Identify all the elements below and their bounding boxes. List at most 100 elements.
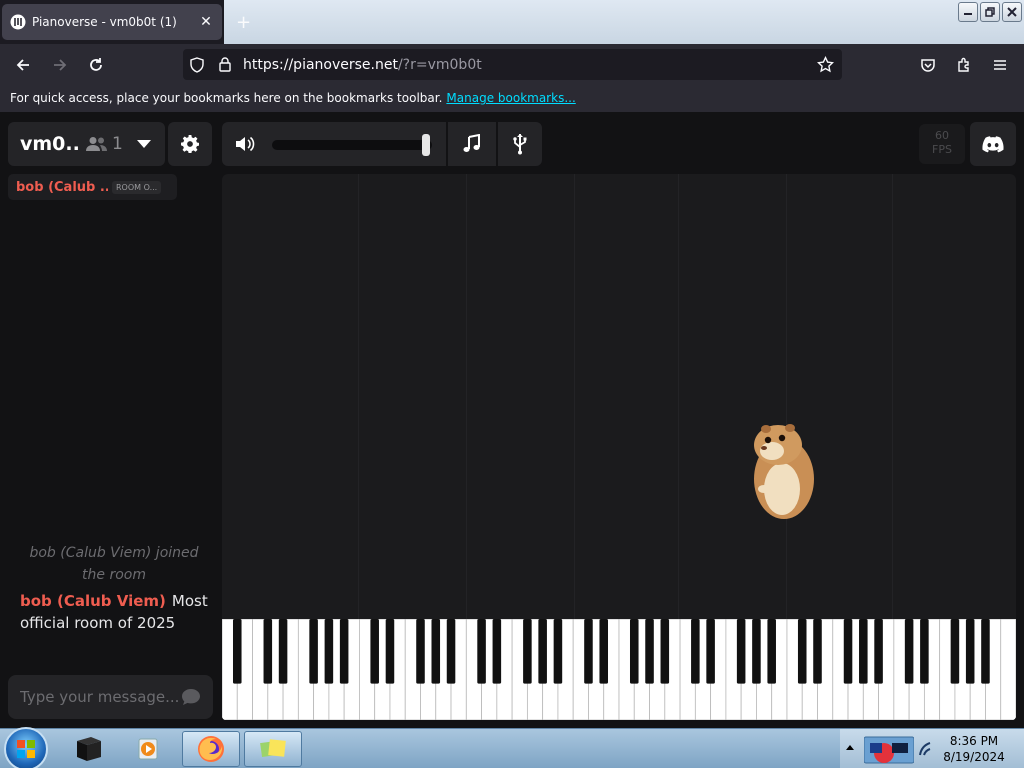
tray-app-icon[interactable] [864,735,914,765]
black-key[interactable] [416,619,425,684]
black-key[interactable] [736,619,746,684]
url-host: https://pianoverse.net [243,56,398,73]
url-path: /?r=vm0b0t [397,56,482,73]
room-owner-badge: ROOM O... [112,180,162,194]
black-key[interactable] [584,619,593,684]
taskbar-app-media-player[interactable] [120,731,178,767]
black-key[interactable] [797,619,807,684]
minimize-button[interactable] [958,2,978,22]
browser-tab[interactable]: Pianoverse - vm0b0t (1) ✕ [2,4,222,40]
lock-icon[interactable] [217,56,233,72]
gear-icon [181,135,199,153]
taskbar-app-firefox[interactable] [182,731,240,767]
user-list-item[interactable]: bob (Calub ... ROOM O... [8,174,177,200]
manage-bookmarks-link[interactable]: Manage bookmarks... [446,91,575,105]
new-tab-button[interactable]: + [236,12,251,33]
black-key[interactable] [523,619,532,684]
black-key[interactable] [645,619,654,684]
piano-visualizer [222,174,1016,619]
star-icon[interactable] [817,56,834,73]
room-name: vm0... [20,133,78,155]
black-key[interactable] [904,619,914,684]
black-key[interactable] [859,619,868,684]
black-key[interactable] [446,619,456,684]
volume-slider[interactable] [272,134,432,156]
users-icon [86,137,107,151]
midi-usb-button[interactable] [498,122,542,166]
black-key[interactable] [538,619,547,684]
restore-button[interactable] [980,2,1000,22]
black-key[interactable] [950,619,960,684]
show-hidden-icons-arrow-icon[interactable] [846,744,854,752]
black-key[interactable] [599,619,609,684]
black-key[interactable] [920,619,929,684]
pocket-button[interactable] [915,52,941,78]
black-key[interactable] [752,619,761,684]
close-tab-icon[interactable]: ✕ [198,14,214,30]
chat-log: bob (Calub Viem) joined the room bob (Ca… [20,542,208,634]
windows-logo-icon [17,740,35,758]
black-key[interactable] [553,619,563,684]
black-key[interactable] [477,619,486,684]
chat-message: bob (Calub Viem) Most official room of 20… [20,590,208,634]
black-key[interactable] [385,619,395,684]
reload-button[interactable] [83,52,109,78]
user-count: 1 [86,134,123,154]
menu-button[interactable] [987,52,1013,78]
black-key[interactable] [324,619,334,684]
octave-line [678,174,679,619]
pianoverse-page: vm0... 1 [0,112,1024,728]
black-key[interactable] [660,619,670,684]
black-key[interactable] [492,619,502,684]
black-key[interactable] [981,619,990,684]
taskbar-clock[interactable]: 8:36 PM 8/19/2024 [930,733,1018,765]
clock-date: 8/19/2024 [943,750,1005,764]
black-key[interactable] [309,619,318,684]
octave-line [574,174,575,619]
black-key[interactable] [874,619,883,684]
black-key[interactable] [629,619,639,684]
bookmarks-toolbar: For quick access, place your bookmarks h… [0,86,1024,112]
extensions-button[interactable] [951,52,977,78]
black-key[interactable] [706,619,715,684]
chat-bubble-icon[interactable] [181,688,201,706]
volume-slider-handle[interactable] [422,134,430,156]
navigation-bar: https://pianoverse.net/?r=vm0b0t [0,44,1024,86]
taskbar-app-computer[interactable] [60,731,118,767]
chevron-down-icon[interactable] [136,139,151,149]
address-bar[interactable]: https://pianoverse.net/?r=vm0b0t [183,49,842,80]
black-key[interactable] [370,619,379,684]
back-button[interactable] [10,52,36,78]
white-key[interactable] [1000,619,1016,720]
instrument-button[interactable] [450,122,494,166]
settings-button[interactable] [168,122,212,166]
start-button[interactable] [4,727,48,768]
windows-taskbar: 8:36 PM 8/19/2024 [0,727,1024,768]
pianoverse-logo-icon [10,14,26,30]
black-key[interactable] [767,619,776,684]
bookmarks-hint: For quick access, place your bookmarks h… [10,91,443,105]
black-key[interactable] [339,619,349,684]
restore-icon [985,7,995,17]
fps-counter: 60 FPS [919,124,965,164]
room-selector[interactable]: vm0... 1 [8,122,165,166]
black-key[interactable] [813,619,822,684]
fps-label: FPS [932,143,952,156]
black-key[interactable] [263,619,273,684]
shield-icon[interactable] [189,57,205,73]
black-key[interactable] [232,619,242,684]
close-window-button[interactable] [1002,2,1022,22]
black-key[interactable] [278,619,288,684]
pocket-icon [921,59,935,72]
chat-input[interactable] [20,688,181,706]
black-key[interactable] [691,619,700,684]
black-key[interactable] [843,619,853,684]
speaker-icon[interactable] [234,134,256,154]
piano-keyboard[interactable] [222,619,1016,720]
firefox-icon [198,736,224,762]
taskbar-app-sticky-notes[interactable] [244,731,302,767]
black-key[interactable] [965,619,975,684]
black-key[interactable] [431,619,441,684]
forward-button[interactable] [47,52,73,78]
discord-button[interactable] [970,122,1016,166]
